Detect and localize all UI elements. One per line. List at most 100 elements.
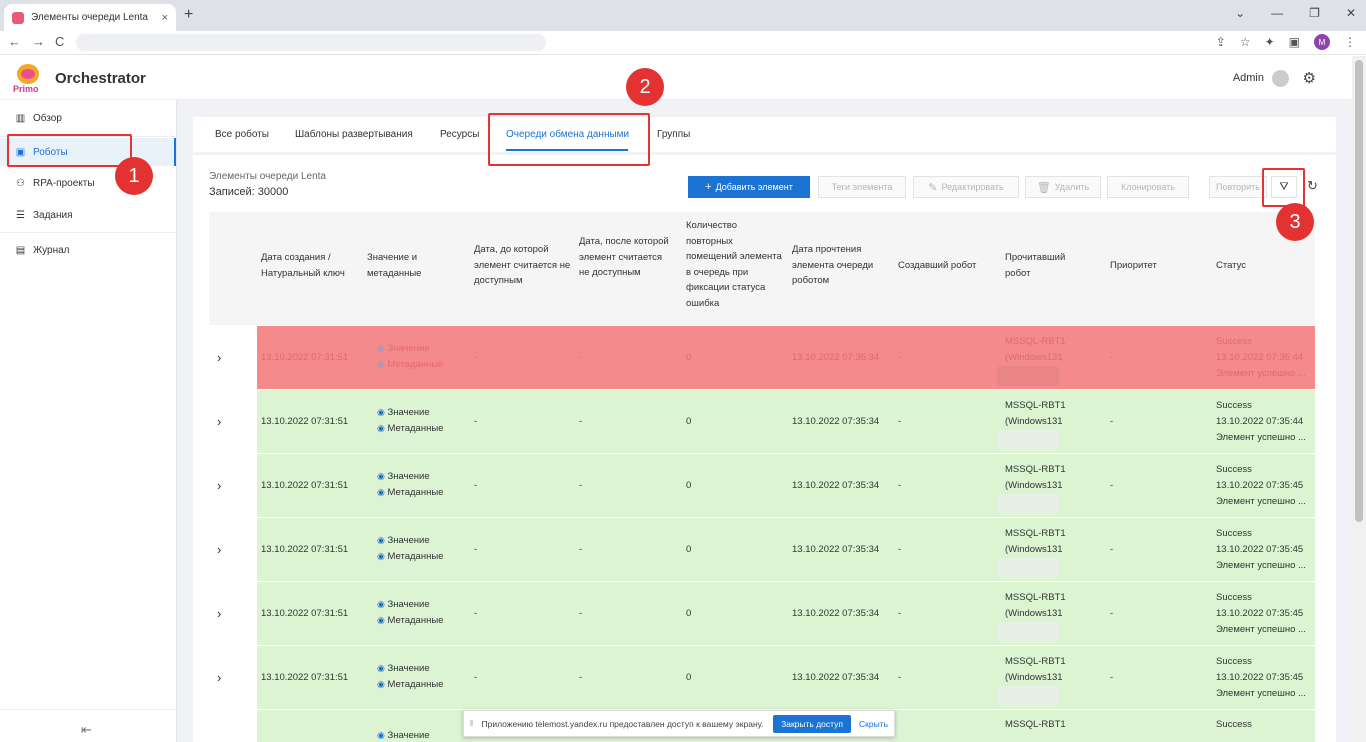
refresh-icon[interactable]: ↻ — [1307, 178, 1318, 194]
metadata-link[interactable]: ◉ Метаданные — [377, 357, 443, 372]
share-icon[interactable]: ⇪ — [1216, 35, 1226, 49]
window-close-icon[interactable]: ✕ — [1346, 6, 1356, 20]
drag-handle-icon[interactable]: ⦀ — [470, 719, 474, 729]
delete-button[interactable]: 🗑 Удалить — [1025, 176, 1101, 198]
eye-icon: ◉ — [377, 551, 385, 561]
expand-chevron-icon[interactable]: › — [217, 350, 221, 365]
metadata-link[interactable]: ◉ Метаданные — [377, 549, 443, 564]
highlight-data-queues-tab — [488, 113, 650, 166]
table-row[interactable]: › 13.10.2022 07:31:51 ◉ Значение ◉ Метад… — [209, 389, 1315, 453]
window-controls: ⌄ — ❐ ✕ — [1235, 6, 1356, 20]
col-read-date[interactable]: Дата прочтения элемента очереди роботом — [792, 242, 890, 289]
sidebar-item-overview[interactable]: ▥ Обзор — [0, 104, 176, 132]
new-tab-icon[interactable]: + — [184, 6, 193, 24]
app-title: Orchestrator — [55, 70, 146, 87]
chart-icon: ▥ — [15, 112, 26, 124]
browser-tab[interactable]: Элементы очереди Lenta × — [4, 4, 176, 31]
add-element-button[interactable]: + Добавить элемент — [688, 176, 810, 198]
sidebar-item-tasks[interactable]: ☰ Задания — [0, 201, 176, 229]
col-unavailable-before[interactable]: Дата, до которой элемент считается не до… — [474, 242, 572, 289]
metadata-link[interactable]: ◉ Метаданные — [377, 613, 443, 628]
tab-all-robots[interactable]: Все роботы — [215, 129, 269, 140]
eye-icon: ◉ — [377, 663, 385, 673]
expand-chevron-icon[interactable]: › — [217, 414, 221, 429]
col-value-meta[interactable]: Значение и метаданные — [367, 250, 447, 281]
expand-chevron-icon[interactable]: › — [217, 606, 221, 621]
browser-tab-title: Элементы очереди Lenta — [31, 12, 148, 23]
value-link[interactable]: ◉ Значение — [377, 533, 430, 548]
user-name[interactable]: Admin — [1233, 72, 1264, 84]
tab-close-icon[interactable]: × — [162, 12, 168, 24]
table-row[interactable]: › 13.10.2022 07:31:51 ◉ Значение ◉ Метад… — [209, 645, 1315, 709]
forward-icon[interactable]: → — [32, 34, 45, 49]
favicon-icon — [12, 11, 24, 24]
tab-search-icon[interactable]: ⌄ — [1235, 6, 1245, 20]
table-header: Дата создания / Натуральный ключ Значени… — [209, 212, 1315, 325]
clone-button[interactable]: Клонировать — [1107, 176, 1189, 198]
url-field[interactable] — [76, 34, 546, 51]
value-link[interactable]: ◉ Значение — [377, 728, 430, 742]
col-priority[interactable]: Приоритет — [1110, 258, 1190, 274]
edit-button[interactable]: ✎ Редактировать — [913, 176, 1019, 198]
col-status[interactable]: Статус — [1216, 258, 1296, 274]
primo-logo: Primo — [13, 60, 45, 96]
hide-share-bar-link[interactable]: Скрыть — [859, 719, 888, 729]
eye-icon: ◉ — [377, 599, 385, 609]
metadata-link[interactable]: ◉ Метаданные — [377, 421, 443, 436]
retry-button[interactable]: Повторить — [1209, 176, 1267, 198]
eye-icon: ◉ — [377, 679, 385, 689]
expand-chevron-icon[interactable]: › — [217, 670, 221, 685]
pencil-icon: ✎ — [928, 181, 938, 194]
value-link[interactable]: ◉ Значение — [377, 469, 430, 484]
value-link[interactable]: ◉ Значение — [377, 661, 430, 676]
metadata-link[interactable]: ◉ Метаданные — [377, 677, 443, 692]
redacted-area — [997, 558, 1059, 578]
user-avatar[interactable] — [1272, 70, 1289, 87]
tab-deploy-templates[interactable]: Шаблоны развертывания — [295, 129, 413, 140]
eye-icon: ◉ — [377, 407, 385, 417]
value-link[interactable]: ◉ Значение — [377, 341, 430, 356]
table-row[interactable]: › 13.10.2022 07:31:51 ◉ Значение ◉ Метад… — [209, 453, 1315, 517]
browser-menu-icon[interactable]: ⋮ — [1344, 35, 1356, 49]
list-icon: ☰ — [16, 209, 25, 221]
col-retry-count[interactable]: Количество повторных помещений элемента … — [686, 218, 784, 311]
page-scrollbar[interactable] — [1352, 56, 1366, 742]
col-reader-robot[interactable]: Прочитавший робот — [1005, 250, 1085, 281]
col-created[interactable]: Дата создания / Натуральный ключ — [261, 250, 361, 281]
queue-title: Элементы очереди Lenta — [209, 171, 326, 182]
browser-toolbar-icons: ⇪ ☆ ✦ ▣ M ⋮ — [1216, 34, 1356, 50]
value-link[interactable]: ◉ Значение — [377, 405, 430, 420]
back-icon[interactable]: ← — [8, 34, 21, 49]
collapse-sidebar-icon[interactable]: ⇤ — [81, 722, 92, 738]
restore-icon[interactable]: ❐ — [1309, 6, 1320, 20]
trash-icon: 🗑 — [1036, 181, 1051, 194]
plus-icon: + — [705, 181, 712, 193]
eye-icon: ◉ — [377, 730, 385, 740]
main-content: Все роботы Шаблоны развертывания Ресурсы… — [177, 100, 1352, 742]
extensions-icon[interactable]: ✦ — [1265, 35, 1275, 49]
col-creator-robot[interactable]: Создавший робот — [898, 258, 998, 274]
sidebar-divider — [0, 709, 176, 710]
minimize-icon[interactable]: — — [1271, 6, 1283, 20]
value-link[interactable]: ◉ Значение — [377, 597, 430, 612]
stop-sharing-button[interactable]: Закрыть доступ — [773, 714, 851, 733]
eye-icon: ◉ — [377, 343, 385, 353]
col-unavailable-after[interactable]: Дата, после которой элемент считается не… — [579, 234, 671, 281]
bookmark-star-icon[interactable]: ☆ — [1240, 35, 1251, 49]
tab-resources[interactable]: Ресурсы — [440, 129, 479, 140]
redacted-area — [997, 366, 1059, 386]
gear-icon[interactable]: ⚙ — [1303, 69, 1316, 87]
profile-avatar[interactable]: M — [1314, 34, 1330, 50]
table-row[interactable]: › 13.10.2022 07:31:51 ◉ Значение ◉ Метад… — [209, 581, 1315, 645]
sidepanel-icon[interactable]: ▣ — [1289, 35, 1300, 49]
scrollbar-thumb[interactable] — [1355, 60, 1363, 522]
tab-groups[interactable]: Группы — [657, 129, 690, 140]
expand-chevron-icon[interactable]: › — [217, 478, 221, 493]
element-tags-button[interactable]: Теги элемента — [818, 176, 906, 198]
sidebar-item-journal[interactable]: ▤ Журнал — [0, 236, 176, 264]
expand-chevron-icon[interactable]: › — [217, 542, 221, 557]
reload-icon[interactable]: C — [55, 34, 64, 49]
table-row[interactable]: › 13.10.2022 07:31:51 ◉ Значение ◉ Метад… — [209, 517, 1315, 581]
table-row[interactable]: › 13.10.2022 07:31:51 ◉ Значение ◉ Метад… — [209, 325, 1315, 389]
metadata-link[interactable]: ◉ Метаданные — [377, 485, 443, 500]
